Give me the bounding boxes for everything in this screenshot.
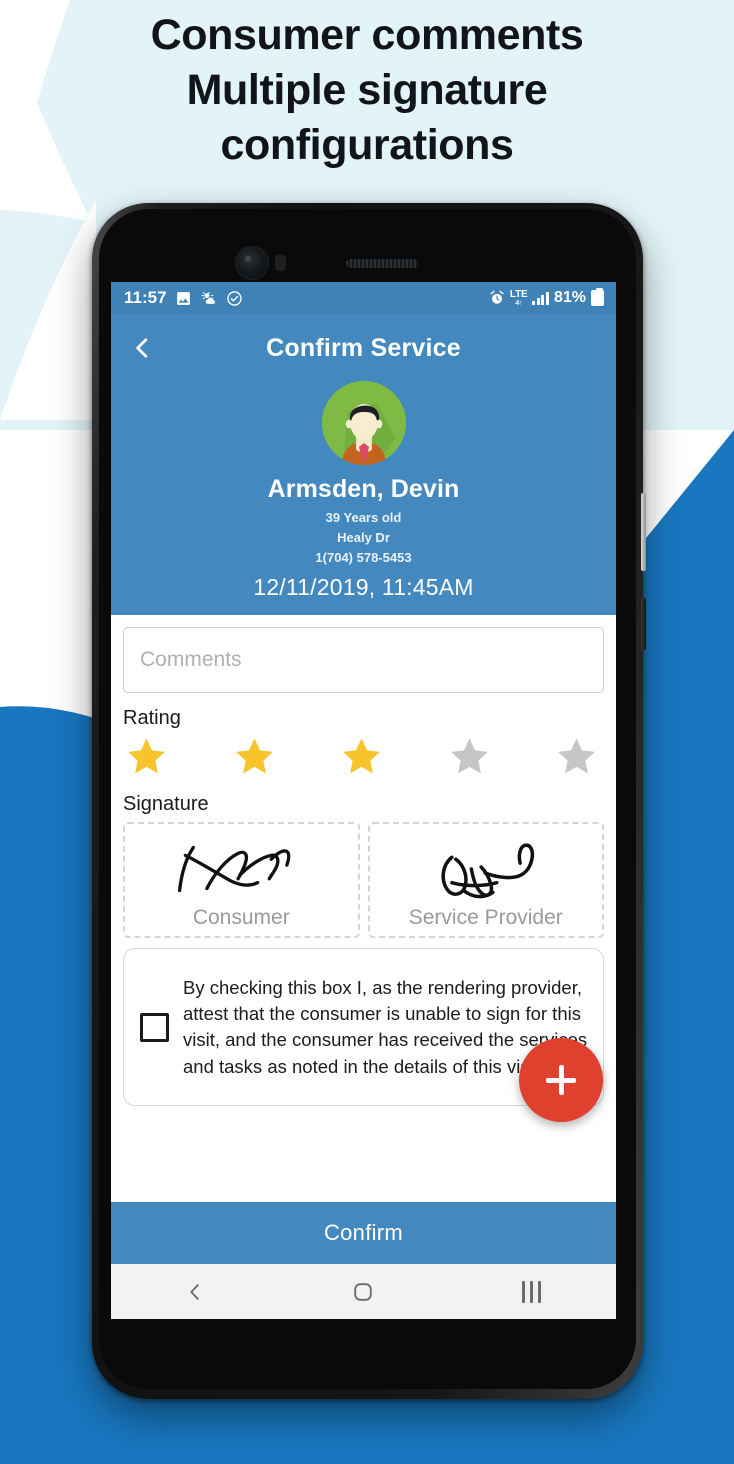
add-fab-button[interactable]: [519, 1038, 603, 1123]
app-header-row: Confirm Service: [111, 324, 616, 372]
patient-address: Healy Dr: [337, 530, 390, 546]
status-time: 11:57: [124, 288, 167, 307]
phone-device: 11:57 LTE 4↑ 81% Confirm Service Armsden…: [92, 203, 646, 1399]
network-type-icon: LTE 4↑: [509, 288, 528, 307]
signature-caption-service-provider: Service Provider: [408, 906, 563, 930]
confirm-button-label: Confirm: [323, 1220, 404, 1245]
status-bar-left: 11:57: [124, 288, 243, 308]
app-header: Confirm Service Armsden, Devin 39 Years …: [111, 314, 616, 616]
consumer-signature-ink: [177, 846, 291, 893]
attestation-checkbox[interactable]: [140, 1012, 169, 1042]
visit-datetime: 12/11/2019, 11:45AM: [253, 574, 474, 601]
star-icon-5[interactable]: [553, 734, 600, 779]
promo-line-1: Consumer comments: [150, 11, 584, 59]
check-circle-icon: [226, 290, 243, 307]
power-button[interactable]: [641, 493, 646, 571]
image-icon: [175, 290, 192, 307]
front-camera-icon: [236, 247, 268, 279]
star-icon-3[interactable]: [338, 734, 385, 779]
star-icon-2[interactable]: [231, 734, 278, 779]
form-body: Rating Signature: [111, 615, 616, 1123]
signature-caption-consumer: Consumer: [192, 906, 290, 930]
android-navbar: [111, 1264, 616, 1319]
phone-screen: 11:57 LTE 4↑ 81% Confirm Service Armsden…: [111, 282, 616, 1319]
star-icon-1[interactable]: [123, 734, 170, 779]
rating-stars[interactable]: [123, 732, 604, 779]
promo-line-2: Multiple signature: [186, 66, 548, 115]
alarm-icon: [489, 290, 505, 306]
service-provider-signature-ink: [440, 843, 534, 899]
page-title: Confirm Service: [266, 333, 461, 362]
avatar: [321, 381, 406, 465]
patient-meta: 39 Years old Healy Dr 1(704) 578-5453: [111, 508, 616, 568]
signature-box-service-provider[interactable]: Service Provider: [367, 822, 604, 939]
nav-back-icon[interactable]: [160, 1272, 230, 1312]
battery-icon: [591, 288, 604, 306]
proximity-sensor-icon: [275, 255, 286, 271]
status-bar-right: LTE 4↑ 81%: [489, 288, 604, 307]
user-avatar-icon: [321, 381, 406, 465]
promo-headline: Consumer comments Multiple signature con…: [0, 8, 734, 173]
volume-button[interactable]: [641, 598, 646, 650]
signal-bars-icon: [532, 291, 549, 305]
patient-name: Armsden, Devin: [267, 475, 460, 503]
patient-phone: 1(704) 578-5453: [315, 550, 412, 566]
weather-icon: [200, 290, 218, 307]
patient-profile: Armsden, Devin 39 Years old Healy Dr 1(7…: [111, 372, 616, 615]
confirm-button[interactable]: Confirm: [111, 1202, 616, 1264]
nav-home-icon[interactable]: [328, 1272, 398, 1312]
patient-age: 39 Years old: [325, 510, 402, 525]
earpiece-speaker-icon: [346, 259, 418, 268]
comments-input[interactable]: [123, 627, 604, 694]
signature-row: Consumer Service Provider: [123, 822, 604, 939]
status-bar: 11:57 LTE 4↑ 81%: [111, 282, 616, 314]
battery-percent: 81%: [553, 289, 586, 306]
signature-box-consumer[interactable]: Consumer: [123, 822, 360, 939]
promo-line-3: configurations: [220, 121, 514, 170]
signature-label: Signature: [123, 793, 209, 816]
nav-recents-icon[interactable]: [497, 1272, 567, 1312]
star-icon-4[interactable]: [446, 734, 493, 779]
rating-label: Rating: [123, 707, 181, 730]
